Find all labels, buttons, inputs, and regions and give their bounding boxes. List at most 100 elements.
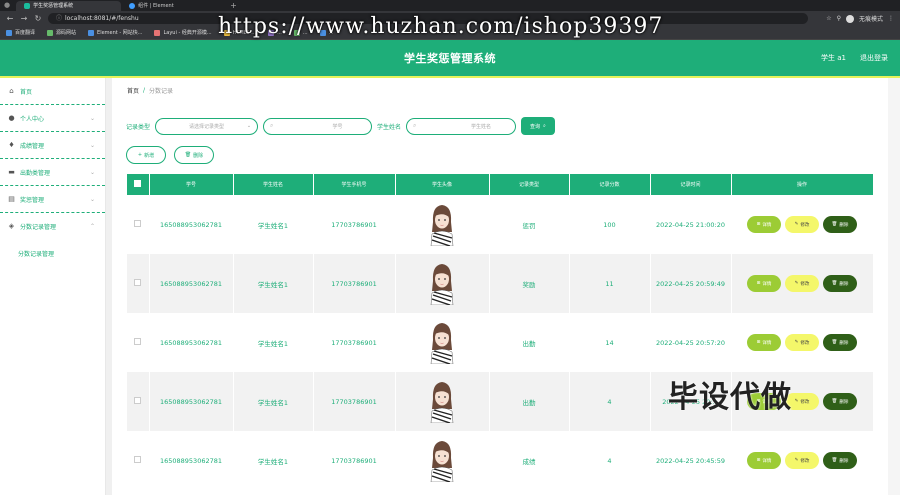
edit-label: 修改 — [800, 399, 810, 405]
vertical-scrollbar[interactable] — [888, 78, 900, 495]
cell-record-score: 11 — [569, 254, 651, 313]
bookmark-item[interactable]: 百度翻译 — [6, 29, 35, 36]
delete-button[interactable]: 🗑 删除 — [823, 275, 857, 292]
star-icon[interactable]: ☆ — [826, 15, 831, 22]
bookmark-item[interactable]: Layui - 经典开源模... — [154, 29, 212, 36]
overlay-watermark: 毕设代做 — [668, 380, 792, 415]
row-select-cell[interactable] — [127, 195, 150, 254]
student-avatar-image — [430, 204, 454, 246]
row-checkbox[interactable] — [134, 338, 142, 345]
forward-icon[interactable]: → — [20, 14, 28, 23]
select-all-checkbox[interactable] — [134, 180, 142, 187]
home-icon: ⌂ — [9, 86, 14, 95]
trash-icon: 🗑 — [831, 399, 838, 404]
table-row: 165088953062781 学生姓名1 17703786901 惩罚 100… — [127, 195, 874, 254]
breadcrumb-current: 分数记录 — [149, 87, 174, 95]
row-checkbox[interactable] — [134, 456, 142, 463]
reload-icon[interactable]: ↻ — [34, 14, 42, 23]
sidebar-item-scores[interactable]: ♦ 成绩管理 ⌄ — [0, 132, 105, 159]
user-icon: ● — [8, 113, 15, 122]
type-select[interactable]: 请选择记录类型 ⌄ — [155, 117, 259, 135]
sidebar-item-label: 出勤类管理 — [20, 169, 51, 177]
delete-button[interactable]: 🗑 删除 — [823, 216, 857, 233]
plus-icon: + — [137, 152, 143, 158]
cell-student-name: 学生姓名1 — [233, 254, 314, 313]
add-button-label: 新增 — [144, 152, 155, 159]
col-header: 操作 — [731, 174, 874, 195]
student-name-input[interactable]: ⌕ 学生姓名 — [406, 117, 517, 135]
sidebar-item-home[interactable]: ⌂ 首页 — [0, 78, 105, 105]
bookmark-icon — [47, 29, 54, 36]
current-user: 学生 a1 — [821, 54, 846, 62]
bookmark-item[interactable]: 源码网站 — [47, 29, 76, 36]
main-content: 首页 / 分数记录 记录类型 请选择记录类型 ⌄ ⌕ 学号 学生姓名 ⌕ 学生姓… — [112, 78, 888, 495]
edit-button[interactable]: ✎ 修改 — [785, 216, 819, 233]
sidebar-subitem-records[interactable]: 分数记录管理 — [0, 240, 105, 267]
tab-element[interactable]: 组件 | Element — [121, 1, 226, 11]
logout-link[interactable]: 退出登录 — [860, 53, 888, 63]
search-button[interactable]: 查询 ⌕ — [521, 117, 555, 135]
row-checkbox[interactable] — [134, 220, 142, 227]
site-favicon-icon — [24, 3, 31, 9]
row-select-cell[interactable] — [127, 372, 150, 431]
detail-button[interactable]: ⊞ 详情 — [747, 275, 781, 292]
cell-record-score: 100 — [569, 195, 651, 254]
cell-record-score: 4 — [569, 372, 651, 431]
sidebar-item-rewards[interactable]: ▤ 奖惩管理 ⌄ — [0, 186, 105, 213]
new-tab-icon[interactable]: + — [230, 1, 237, 11]
add-button[interactable]: + 新增 — [126, 146, 166, 164]
delete-label: 删除 — [839, 281, 849, 287]
key-icon[interactable]: ⚲ — [837, 15, 841, 22]
sidebar-item-profile[interactable]: ● 个人中心 ⌄ — [0, 105, 105, 132]
detail-label: 详情 — [762, 281, 772, 287]
detail-button[interactable]: ⊞ 详情 — [747, 452, 781, 469]
row-select-cell[interactable] — [127, 254, 150, 313]
type-label: 记录类型 — [126, 123, 151, 131]
back-icon[interactable]: ← — [6, 14, 14, 23]
student-id-placeholder: 学号 — [332, 123, 343, 130]
bookmark-item[interactable]: Element - 网站快... — [88, 29, 142, 36]
sidebar-subitem-label: 分数记录管理 — [18, 251, 55, 258]
detail-button[interactable]: ⊞ 详情 — [747, 334, 781, 351]
edit-icon: ✎ — [794, 222, 799, 227]
sidebar-item-records[interactable]: ◈ 分数记录管理 ⌃ — [0, 213, 105, 240]
cell-student-id: 165088953062781 — [149, 372, 234, 431]
row-select-cell[interactable] — [127, 431, 150, 490]
menu-icon[interactable]: ⋮ — [888, 15, 894, 22]
breadcrumb-home[interactable]: 首页 — [127, 86, 139, 95]
search-button-label: 查询 — [530, 123, 541, 130]
student-avatar-image — [430, 381, 454, 423]
bulk-delete-button[interactable]: 🗑 删除 — [174, 146, 214, 164]
cell-student-id: 165088953062781 — [149, 254, 234, 313]
detail-button[interactable]: ⊞ 详情 — [747, 216, 781, 233]
row-checkbox[interactable] — [134, 397, 142, 404]
window-controls[interactable]: ● — [4, 0, 10, 11]
edit-button[interactable]: ✎ 修改 — [785, 275, 819, 292]
delete-button[interactable]: 🗑 删除 — [823, 452, 857, 469]
cell-student-name: 学生姓名1 — [233, 372, 314, 431]
delete-button[interactable]: 🗑 删除 — [823, 393, 857, 410]
edit-label: 修改 — [800, 222, 810, 228]
detail-label: 详情 — [762, 458, 772, 464]
tab-active[interactable]: 学生奖惩管理系统 — [16, 1, 122, 11]
student-name-placeholder: 学生姓名 — [471, 123, 492, 130]
delete-button[interactable]: 🗑 删除 — [823, 334, 857, 351]
edit-button[interactable]: ✎ 修改 — [785, 452, 819, 469]
edit-icon: ✎ — [794, 281, 799, 286]
col-header: 记录时间 — [650, 174, 732, 195]
row-select-cell[interactable] — [127, 313, 150, 372]
reward-icon: ▤ — [8, 194, 15, 203]
cell-operations: ⊞ 详情 ✎ 修改 🗑 删除 — [731, 431, 874, 490]
chevron-up-icon: ⌃ — [89, 223, 95, 230]
cell-record-score: 14 — [569, 313, 651, 372]
select-all-cell[interactable] — [127, 174, 150, 195]
cell-record-time: 2022-04-25 20:45:59 — [650, 431, 732, 490]
edit-button[interactable]: ✎ 修改 — [785, 334, 819, 351]
url-text: localhost:8081/#/fenshu — [65, 15, 139, 22]
delete-label: 删除 — [839, 222, 849, 228]
row-checkbox[interactable] — [134, 279, 142, 286]
profile-avatar[interactable] — [845, 14, 854, 23]
sidebar-item-attendance[interactable]: ▬ 出勤类管理 ⌄ — [0, 159, 105, 186]
student-id-input[interactable]: ⌕ 学号 — [263, 117, 373, 135]
info-icon: ⓘ — [56, 15, 63, 22]
